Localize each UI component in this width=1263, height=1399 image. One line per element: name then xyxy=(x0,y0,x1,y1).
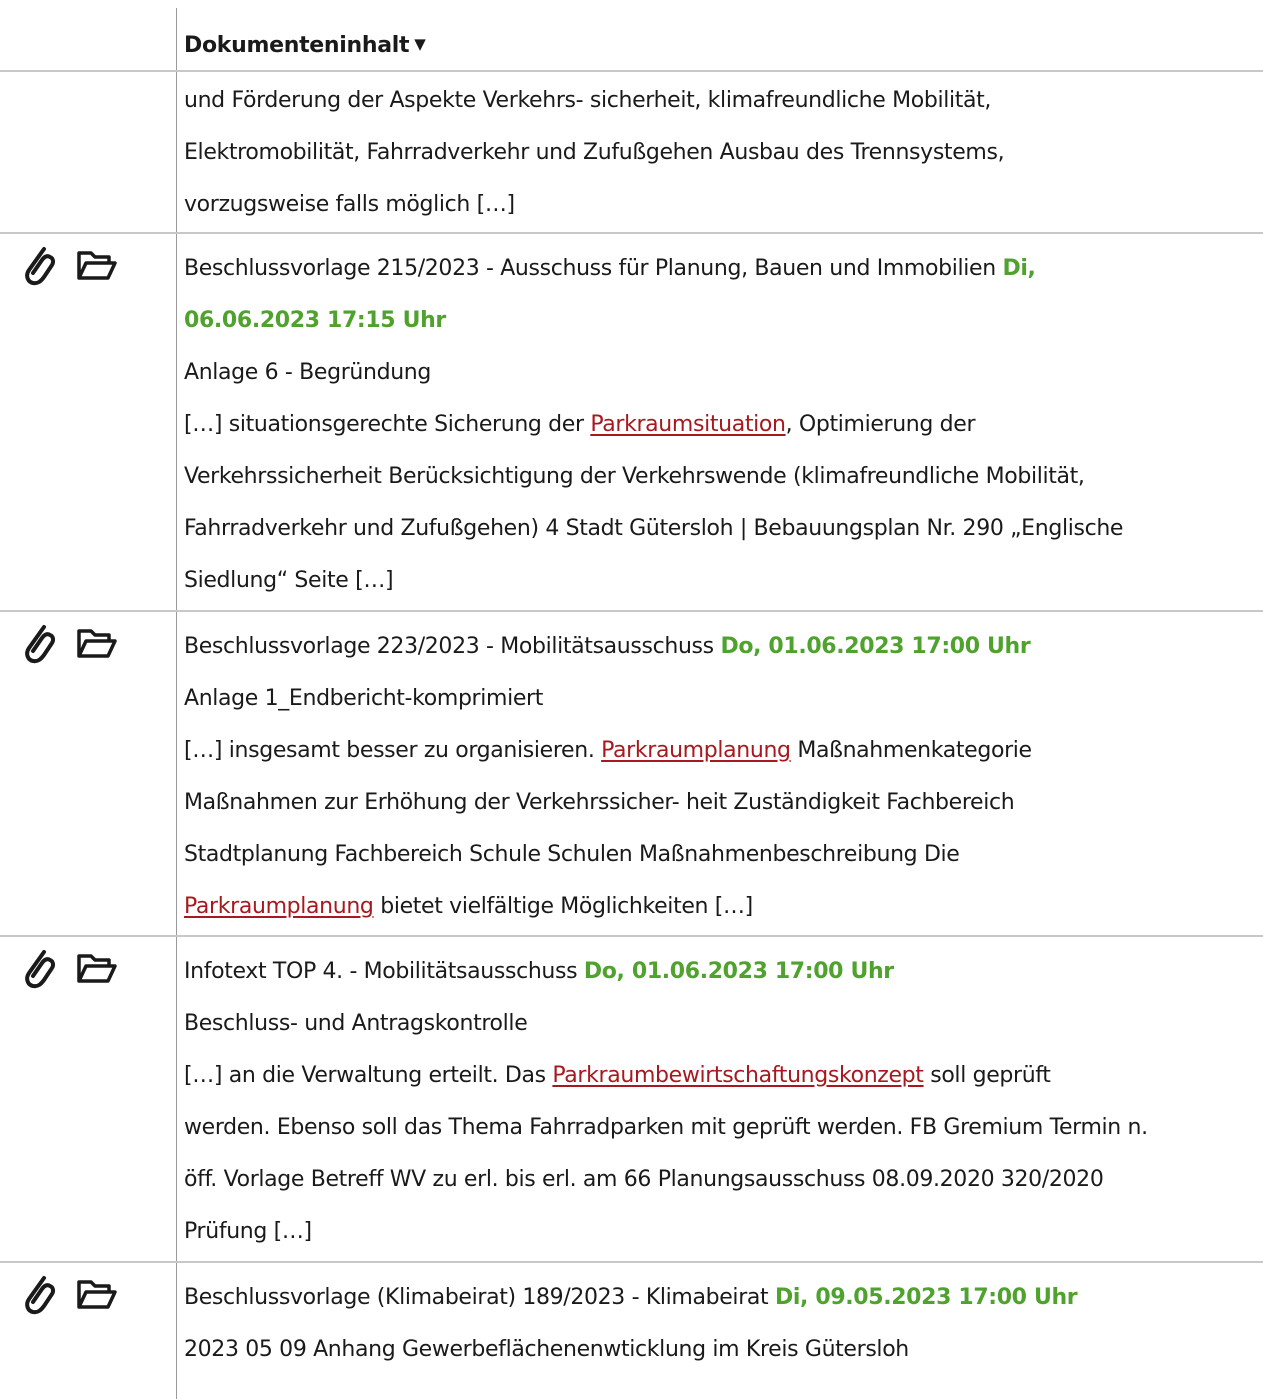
document-name[interactable]: Beschluss- und Antragskontrolle xyxy=(184,998,1256,1050)
meeting-date: 06.06.2023 17:15 Uhr xyxy=(184,308,446,333)
attachment-icon[interactable] xyxy=(20,946,56,992)
row-actions xyxy=(18,1272,158,1322)
snippet-line: […] insgesamt besser zu organisieren. Pa… xyxy=(184,725,1256,777)
row-divider xyxy=(0,1261,1263,1263)
snippet-line: […] situationsgerechte Sicherung der Par… xyxy=(184,399,1256,451)
folder-open-icon[interactable] xyxy=(76,626,118,660)
snippet-line: Prüfung […] xyxy=(184,1219,312,1244)
folder-open-icon[interactable] xyxy=(76,1277,118,1311)
snippet-line: vorzugsweise falls möglich […] xyxy=(184,192,515,217)
snippet-line: […] an die Verwaltung erteilt. Das Parkr… xyxy=(184,1050,1256,1102)
meeting-date: Do, 01.06.2023 17:00 Uhr xyxy=(720,634,1031,659)
attachment-icon[interactable] xyxy=(20,1272,56,1318)
result-title-text[interactable]: Infotext TOP 4. - Mobilitätsausschuss xyxy=(184,959,584,984)
result-title[interactable]: Beschlussvorlage 223/2023 - Mobilitätsau… xyxy=(184,621,1256,673)
row-divider xyxy=(0,610,1263,612)
snippet-text: […] insgesamt besser zu organisieren. xyxy=(184,738,602,763)
row-actions xyxy=(18,621,158,671)
column-divider xyxy=(176,8,177,1399)
snippet-text: soll geprüft xyxy=(923,1063,1051,1088)
result-row: und Förderung der Aspekte Verkehrs- sich… xyxy=(184,75,1256,231)
attachment-icon[interactable] xyxy=(20,621,56,667)
row-divider xyxy=(0,232,1263,234)
result-title[interactable]: Beschlussvorlage 215/2023 - Ausschuss fü… xyxy=(184,243,1256,295)
meeting-date: Di, 09.05.2023 17:00 Uhr xyxy=(774,1285,1078,1310)
snippet-text: […] an die Verwaltung erteilt. Das xyxy=(184,1063,553,1088)
meeting-date: Di, xyxy=(1002,256,1036,281)
column-header-dokumenteninhalt[interactable]: Dokumenteninhalt ▼ xyxy=(184,24,426,68)
row-divider xyxy=(0,70,1263,72)
snippet-line: Stadtplanung Fachbereich Schule Schulen … xyxy=(184,842,960,867)
snippet-text: Maßnahmenkategorie xyxy=(790,738,1032,763)
folder-open-icon[interactable] xyxy=(76,951,118,985)
snippet-line: öff. Vorlage Betreff WV zu erl. bis erl.… xyxy=(184,1167,1104,1192)
snippet-line: werden. Ebenso soll das Thema Fahrradpar… xyxy=(184,1115,1148,1140)
result-title[interactable]: Beschlussvorlage (Klimabeirat) 189/2023 … xyxy=(184,1272,1256,1324)
search-term-link[interactable]: Parkraumplanung xyxy=(184,894,374,919)
result-title-text[interactable]: Beschlussvorlage 223/2023 - Mobilitätsau… xyxy=(184,634,720,659)
attachment-icon[interactable] xyxy=(20,243,56,289)
row-actions xyxy=(18,243,158,293)
document-name[interactable]: 2023 05 09 Anhang Gewerbeflächenenwtickl… xyxy=(184,1324,1256,1376)
meeting-date: Do, 01.06.2023 17:00 Uhr xyxy=(583,959,894,984)
snippet-line: Parkraumplanung bietet vielfältige Mögli… xyxy=(184,881,1256,933)
snippet-line: Siedlung“ Seite […] xyxy=(184,568,394,593)
snippet-text: bietet vielfältige Möglichkeiten […] xyxy=(373,894,753,919)
row-divider xyxy=(0,935,1263,937)
snippet-line: Verkehrssicherheit Berücksichtigung der … xyxy=(184,464,1085,489)
folder-open-icon[interactable] xyxy=(76,248,118,282)
result-row: Infotext TOP 4. - Mobilitätsausschuss Do… xyxy=(184,946,1256,1258)
row-actions xyxy=(18,946,158,996)
sort-caret-icon[interactable]: ▼ xyxy=(414,35,426,53)
snippet-line: Elektromobilität, Fahrradverkehr und Zuf… xyxy=(184,140,1005,165)
snippet-line: Fahrradverkehr und Zufußgehen) 4 Stadt G… xyxy=(184,516,1124,541)
snippet-line: und Förderung der Aspekte Verkehrs- sich… xyxy=(184,88,992,113)
result-row: Beschlussvorlage 223/2023 - Mobilitätsau… xyxy=(184,621,1256,933)
column-header-label: Dokumenteninhalt xyxy=(184,33,410,58)
document-name[interactable]: Anlage 6 - Begründung xyxy=(184,347,1256,399)
result-title[interactable]: Infotext TOP 4. - Mobilitätsausschuss Do… xyxy=(184,946,1256,998)
result-title-text[interactable]: Beschlussvorlage (Klimabeirat) 189/2023 … xyxy=(184,1285,775,1310)
document-name[interactable]: Anlage 1_Endbericht-komprimiert xyxy=(184,673,1256,725)
snippet-text: , Optimierung der xyxy=(785,412,976,437)
search-term-link[interactable]: Parkraumsituation xyxy=(590,412,786,437)
snippet-text: […] situationsgerechte Sicherung der xyxy=(184,412,591,437)
result-row: Beschlussvorlage 215/2023 - Ausschuss fü… xyxy=(184,243,1256,607)
search-term-link[interactable]: Parkraumplanung xyxy=(601,738,791,763)
result-row: Beschlussvorlage (Klimabeirat) 189/2023 … xyxy=(184,1272,1256,1376)
snippet-line: Maßnahmen zur Erhöhung der Verkehrssiche… xyxy=(184,790,1015,815)
result-title-text[interactable]: Beschlussvorlage 215/2023 - Ausschuss fü… xyxy=(184,256,1002,281)
search-term-link[interactable]: Parkraumbewirtschaftungskonzept xyxy=(552,1063,924,1088)
